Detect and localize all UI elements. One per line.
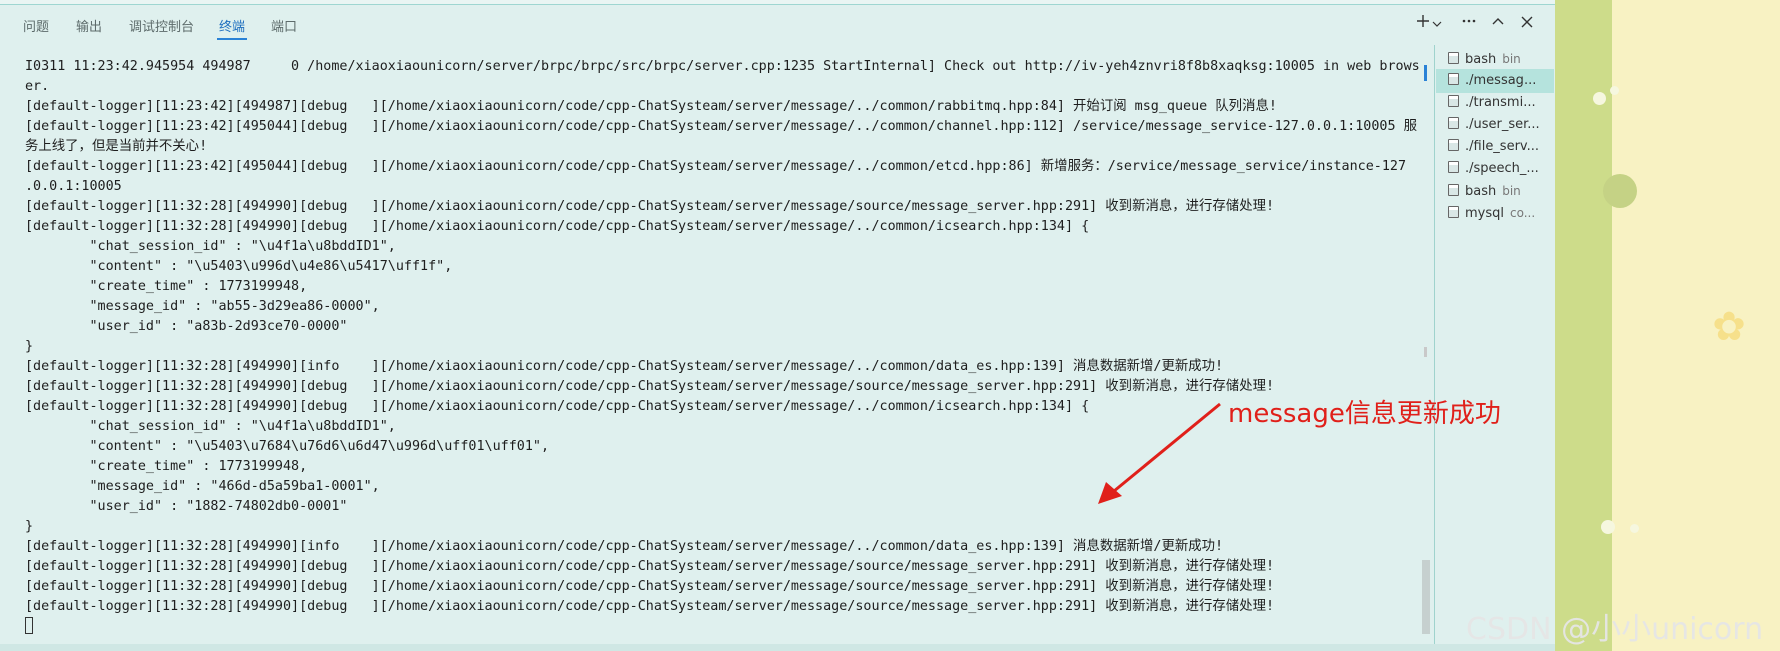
terminal-cursor [25,617,33,634]
background-dot [1630,524,1639,533]
terminal-icon [1448,95,1459,107]
terminal-icon [1448,161,1459,173]
terminal-line: [default-logger][11:32:28][494990][debug… [25,579,1275,594]
terminal-line: } [25,519,34,534]
terminal-list-item[interactable]: ./user_ser... [1436,113,1554,137]
terminal-list-item[interactable]: bash bin [1436,179,1554,203]
status-strip [0,644,1555,651]
terminal-list-item[interactable]: ./file_serv... [1436,135,1554,159]
terminal-icon [1448,139,1459,151]
terminal-line: [default-logger][11:32:28][494990][debug… [25,219,1090,234]
chevron-down-icon[interactable] [1430,13,1444,35]
terminal-list-label: ./transmi... [1465,95,1536,110]
watermark: CSDN @小小unicorn [1466,612,1764,647]
terminal-line: "user_id" : "a83b-2d93ce70-0000" [25,319,348,334]
tab-problems[interactable]: 问题 [23,16,49,35]
panel-divider[interactable] [1434,45,1435,649]
background-dot [1603,174,1637,208]
terminal-line: [default-logger][11:23:42][494987][debug… [25,99,1277,114]
terminal-list-item[interactable]: bash bin [1436,47,1554,71]
terminal-line: "message_id" : "ab55-3d29ea86-0000", [25,299,380,314]
terminal-line: [default-logger][11:32:28][494990][debug… [25,199,1275,214]
terminal-list-item[interactable]: ./messag... [1436,69,1554,93]
terminal-icon [1448,52,1459,64]
terminal-line: [default-logger][11:32:28][494990][debug… [25,599,1275,614]
background-dot [1601,520,1615,534]
terminal-list-label: mysql [1465,206,1504,221]
scroll-marker [1424,347,1427,357]
terminal-list-label: ./user_ser... [1465,117,1540,132]
terminal-icon [1448,184,1459,196]
scroll-marker [1424,65,1427,81]
background-dot [1593,92,1606,105]
annotation-label: message信息更新成功 [1228,399,1501,429]
terminal-list-item[interactable]: ./transmi... [1436,91,1554,115]
terminal-prompt[interactable] [25,617,1425,637]
background-dot [1610,86,1619,95]
terminal-list-label: ./file_serv... [1465,139,1540,154]
terminal-line: [default-logger][11:23:42][495044][debug… [25,119,1417,134]
terminal-icon [1448,117,1459,129]
terminal-line: "content" : "\u5403\u996d\u4e86\u5417\uf… [25,259,453,274]
tab-ports[interactable]: 端口 [271,16,297,35]
annotation-arrow-icon [1098,402,1221,504]
terminal-list-label: bash [1465,184,1497,199]
terminal-list-item[interactable]: ./speech_... [1436,157,1554,181]
terminal-list-label: bash [1465,52,1497,67]
terminal-line: [default-logger][11:23:42][495044][debug… [25,159,1407,174]
terminal-list-sublabel: co... [1510,206,1536,220]
terminal-line: 务上线了，但是当前并不关心! [25,139,208,154]
terminal-line: } [25,339,34,354]
terminal-line: "create_time" : 1773199948, [25,279,308,294]
flower-icon: ✿ [1712,304,1746,350]
terminal-panel: 问题 输出 调试控制台 终端 端口 I0311 11:23:42.945954 … [0,5,1555,649]
terminal-list-item[interactable]: mysql co... [1436,201,1554,225]
terminal-scrollbar[interactable] [1422,57,1430,637]
scroll-thumb[interactable] [1422,560,1430,634]
tab-output[interactable]: 输出 [76,16,102,35]
terminal-list: bash bin ./messag... ./transmi... ./user_ser… [1436,47,1555,647]
terminal-line: [default-logger][11:32:28][494990][debug… [25,559,1275,574]
terminal-line: [default-logger][11:32:28][494990][info … [25,359,1224,374]
tab-debug-console[interactable]: 调试控制台 [129,16,194,35]
terminal-line: [default-logger][11:32:28][494990][info … [25,539,1224,554]
terminal-icon [1448,206,1459,218]
panel-tab-bar: 问题 输出 调试控制台 终端 端口 [0,5,1555,47]
terminal-list-sublabel: bin [1502,184,1521,198]
terminal-list-sublabel: bin [1502,52,1521,66]
terminal-list-label: ./messag... [1465,73,1537,88]
terminal-icon [1448,73,1459,85]
terminal-output[interactable]: I0311 11:23:42.945954 494987 0 /home/xia… [0,57,1425,637]
chevron-up-icon[interactable] [1487,13,1509,35]
terminal-list-label: ./speech_... [1465,161,1539,176]
terminal-line: "chat_session_id" : "\u4f1a\u8bddID1", [25,239,396,254]
more-icon[interactable] [1458,13,1480,35]
tab-terminal[interactable]: 终端 [216,16,248,40]
desktop-background: ✿ [1555,0,1780,651]
terminal-line: er. [25,79,50,94]
terminal-line: .0.0.1:10005 [25,179,122,194]
terminal-line: I0311 11:23:42.945954 494987 0 /home/xia… [25,59,1420,74]
terminal-line: [default-logger][11:32:28][494990][debug… [25,379,1275,394]
close-icon[interactable] [1516,13,1538,35]
